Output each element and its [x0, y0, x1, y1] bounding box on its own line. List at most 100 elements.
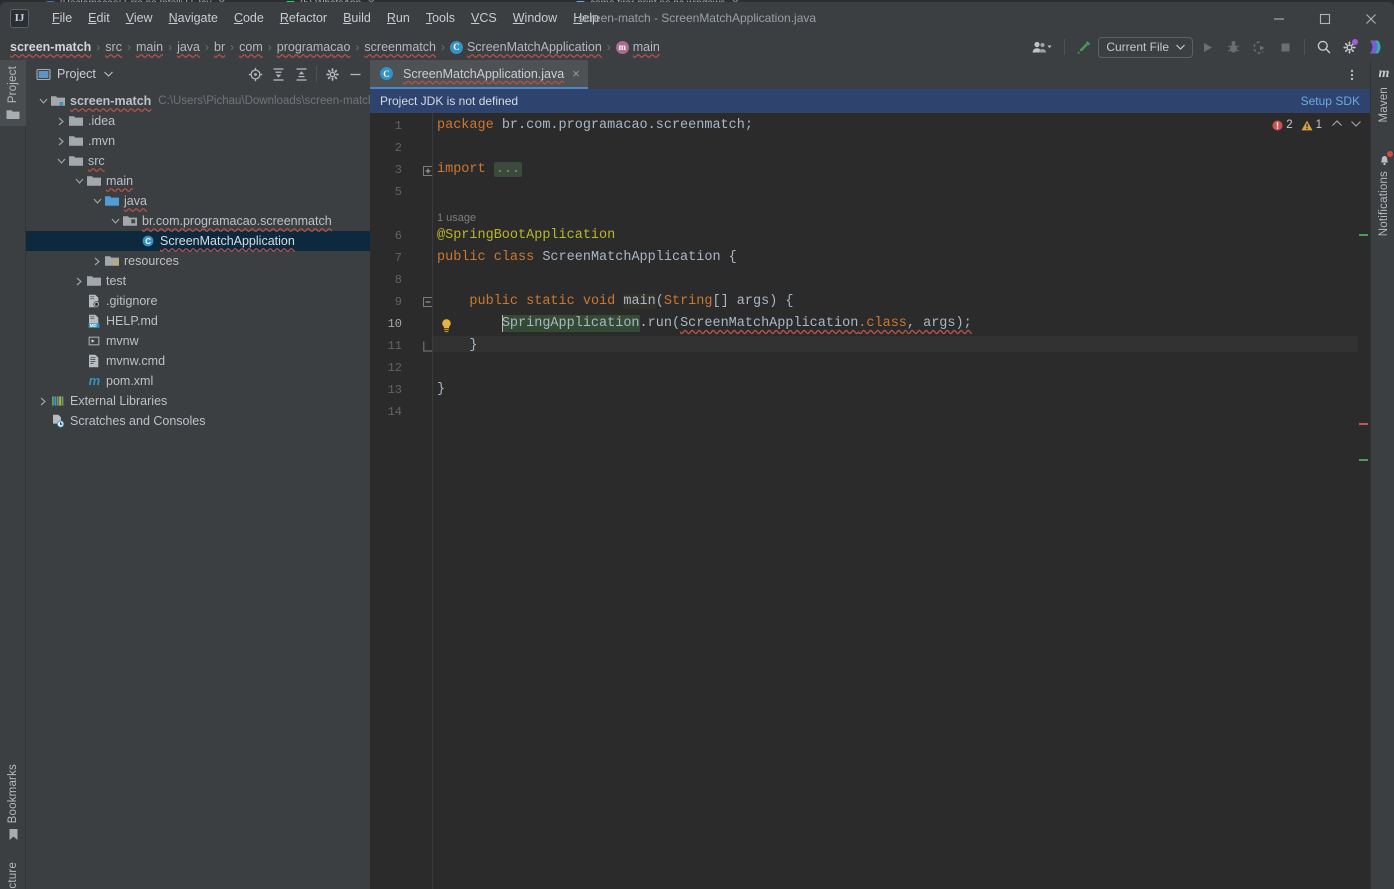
text-caret	[501, 315, 504, 332]
editor-tab-label: ScreenMatchApplication.java	[403, 66, 565, 81]
code-line-11: }	[437, 338, 478, 353]
breadcrumb-item-src[interactable]: src	[105, 40, 122, 54]
tree-node[interactable]: src	[26, 151, 370, 171]
breadcrumb-separator: ›	[205, 40, 209, 54]
tree-node[interactable]: MD HELP.md	[26, 311, 370, 331]
breadcrumb-item-screenmatchapplication[interactable]: C ScreenMatchApplication	[449, 40, 602, 54]
tree-node[interactable]: mvnw	[26, 331, 370, 351]
breadcrumb-separator: ›	[267, 40, 272, 54]
collapse-all-icon[interactable]	[290, 63, 312, 85]
chevron-down-icon[interactable]	[103, 71, 113, 77]
search-everywhere-icon[interactable]	[1312, 36, 1336, 58]
run-button[interactable]	[1195, 36, 1219, 58]
sidebar-item-project[interactable]: Project	[0, 60, 26, 127]
line-number: 2	[394, 141, 402, 155]
tree-node[interactable]: .gitignore	[26, 291, 370, 311]
chevron-down-icon[interactable]	[54, 157, 68, 165]
tree-node[interactable]: External Libraries	[26, 391, 370, 411]
code-editor[interactable]: 1 2 3 5 6 7 8 9 10 11 12 13 14 2 1 packa…	[370, 113, 1370, 889]
editor-options-icon[interactable]	[1340, 64, 1364, 86]
chevron-down-icon[interactable]	[108, 217, 122, 225]
hide-panel-icon[interactable]	[344, 63, 366, 85]
breadcrumb-item-java[interactable]: java	[177, 40, 200, 54]
breadcrumb-item-main[interactable]: m main	[615, 40, 660, 54]
warning-count-badge[interactable]: 1	[1301, 119, 1322, 131]
jdk-notification-bar: Project JDK is not defined Setup SDK	[370, 89, 1370, 113]
stop-button[interactable]	[1273, 36, 1297, 58]
tree-node-label: test	[106, 274, 127, 288]
close-icon[interactable]: ×	[572, 66, 580, 81]
tree-node[interactable]: java	[26, 191, 370, 211]
chevron-right-icon[interactable]	[54, 117, 68, 126]
error-count-badge[interactable]: 2	[1272, 119, 1293, 131]
breadcrumb-separator: ›	[440, 40, 445, 54]
chevron-right-icon[interactable]	[36, 397, 50, 406]
main-toolbar: Current File	[1027, 34, 1388, 60]
code-content[interactable]: 2 1 package br.com.programacao.screenmat…	[432, 113, 1370, 889]
tree-node[interactable]: m pom.xml	[26, 371, 370, 391]
maximize-button[interactable]	[1302, 4, 1348, 34]
sidebar-item-bookmarks[interactable]: Bookmarks	[0, 758, 26, 847]
breadcrumb-item-br[interactable]: br	[214, 40, 225, 54]
run-configuration-selector[interactable]: Current File	[1098, 36, 1193, 58]
tree-node[interactable]: test	[26, 271, 370, 291]
breadcrumb-item-com[interactable]: com	[239, 40, 263, 54]
sidebar-item-structure[interactable]: cture	[0, 856, 26, 889]
breadcrumb-item-screen-match[interactable]: screen-match	[10, 40, 91, 54]
user-avatar-icon[interactable]	[1027, 36, 1057, 58]
editor-scrollbar-markers[interactable]	[1358, 166, 1370, 889]
tree-node[interactable]: resources	[26, 251, 370, 271]
sidebar-item-project-label: Project	[7, 66, 19, 104]
maven-pom-icon: m	[86, 373, 102, 389]
svg-text:m: m	[89, 373, 101, 388]
tree-node-label: .idea	[88, 114, 116, 128]
tree-node[interactable]: .mvn	[26, 131, 370, 151]
chevron-down-icon[interactable]	[36, 97, 50, 105]
code-line-7: public class ScreenMatchApplication {	[437, 250, 737, 265]
tree-node[interactable]: br.com.programacao.screenmatch	[26, 211, 370, 231]
debug-button[interactable]	[1221, 36, 1245, 58]
expand-all-icon[interactable]	[267, 63, 289, 85]
tree-node[interactable]: main	[26, 171, 370, 191]
chevron-right-icon[interactable]	[90, 257, 104, 266]
breadcrumb-item-main[interactable]: main	[136, 40, 163, 54]
tree-node[interactable]: Scratches and Consoles	[26, 411, 370, 431]
chevron-right-icon[interactable]	[54, 137, 68, 146]
editor-gutter[interactable]: 1 2 3 5 6 7 8 9 10 11 12 13 14	[370, 113, 451, 889]
intellij-idea-window: [Reclamação] Erro no IntelliJ | Jav✕(5) …	[0, 0, 1394, 889]
run-with-coverage-button[interactable]	[1247, 36, 1271, 58]
minimize-button[interactable]	[1256, 4, 1302, 34]
warning-icon	[1301, 120, 1313, 130]
tree-node-selected[interactable]: C ScreenMatchApplication	[26, 231, 370, 251]
tree-node-label: pom.xml	[106, 374, 154, 388]
sidebar-item-structure-label: cture	[7, 862, 19, 889]
tree-node-label: resources	[124, 254, 179, 268]
chevron-right-icon[interactable]	[72, 277, 86, 286]
tree-node[interactable]: screen-match C:\Users\Pichau\Downloads\sc…	[26, 91, 374, 111]
chevron-down-icon[interactable]	[72, 177, 86, 185]
select-opened-file-icon[interactable]	[244, 63, 266, 85]
project-panel-toolbar	[244, 63, 366, 85]
tree-node[interactable]: .idea	[26, 111, 370, 131]
tree-node[interactable]: mvnw.cmd	[26, 351, 370, 371]
sidebar-item-notifications[interactable]: Notifications	[1371, 146, 1394, 242]
setup-sdk-link[interactable]: Setup SDK	[1301, 94, 1360, 108]
settings-gear-icon[interactable]	[321, 63, 343, 85]
breadcrumb-item-screenmatch[interactable]: screenmatch	[364, 40, 436, 54]
sidebar-item-maven[interactable]: m Maven	[1371, 60, 1394, 129]
error-icon	[1272, 120, 1283, 130]
code-line-1: package br.com.programacao.screenmatch;	[437, 118, 753, 133]
settings-gear-icon[interactable]	[1338, 36, 1362, 58]
inspection-widget[interactable]: 2 1	[1272, 119, 1362, 131]
breadcrumb-item-label: programacao	[276, 40, 351, 54]
left-tool-window-bar: Project Bookmarks cture	[0, 60, 26, 889]
chevron-down-icon[interactable]	[1350, 119, 1362, 131]
build-hammer-icon[interactable]	[1072, 36, 1096, 58]
breadcrumb-item-programacao[interactable]: programacao	[277, 40, 351, 54]
editor-tab[interactable]: C ScreenMatchApplication.java ×	[370, 60, 588, 89]
close-button[interactable]	[1348, 4, 1394, 34]
usage-inlay-hint[interactable]: 1 usage	[437, 211, 476, 225]
ai-assistant-icon[interactable]	[1364, 36, 1388, 58]
chevron-up-icon[interactable]	[1331, 119, 1343, 131]
chevron-down-icon[interactable]	[90, 197, 104, 205]
